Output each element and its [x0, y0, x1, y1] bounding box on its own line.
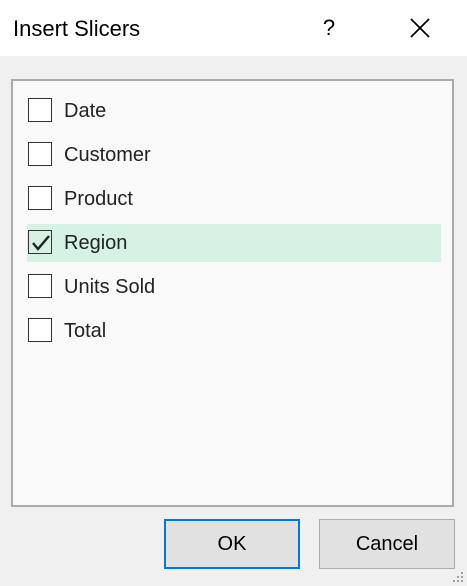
field-checkbox[interactable] [28, 186, 52, 210]
field-list[interactable]: Date Customer Product Region Units Sold … [11, 79, 454, 507]
insert-slicers-dialog: Insert Slicers ? Date Customer Product R… [0, 0, 467, 586]
field-item-total[interactable]: Total [27, 312, 441, 350]
dialog-title: Insert Slicers [13, 16, 141, 41]
resize-grip-icon[interactable] [451, 570, 465, 584]
help-button[interactable]: ? [311, 8, 347, 48]
field-label: Date [64, 100, 107, 122]
field-label: Product [64, 188, 133, 210]
field-item-product[interactable]: Product [27, 180, 441, 218]
field-label: Units Sold [64, 276, 156, 298]
close-icon [410, 18, 430, 38]
field-label: Customer [64, 144, 151, 166]
field-checkbox[interactable] [28, 318, 52, 342]
title-bar: Insert Slicers ? [0, 0, 467, 56]
checkmark-icon [32, 235, 50, 251]
cancel-button[interactable]: Cancel [319, 519, 455, 569]
field-item-units-sold[interactable]: Units Sold [27, 268, 441, 306]
field-checkbox[interactable] [28, 274, 52, 298]
help-icon: ? [322, 15, 336, 40]
field-checkbox[interactable] [28, 142, 52, 166]
field-checkbox[interactable] [28, 98, 52, 122]
field-label: Region [64, 232, 128, 254]
field-label: Total [64, 320, 107, 342]
field-checkbox-checked[interactable] [28, 230, 52, 254]
field-item-region[interactable]: Region [27, 224, 441, 262]
close-button[interactable] [400, 8, 440, 48]
field-item-date[interactable]: Date [27, 92, 441, 130]
ok-button[interactable]: OK [164, 519, 300, 569]
field-item-customer[interactable]: Customer [27, 136, 441, 174]
